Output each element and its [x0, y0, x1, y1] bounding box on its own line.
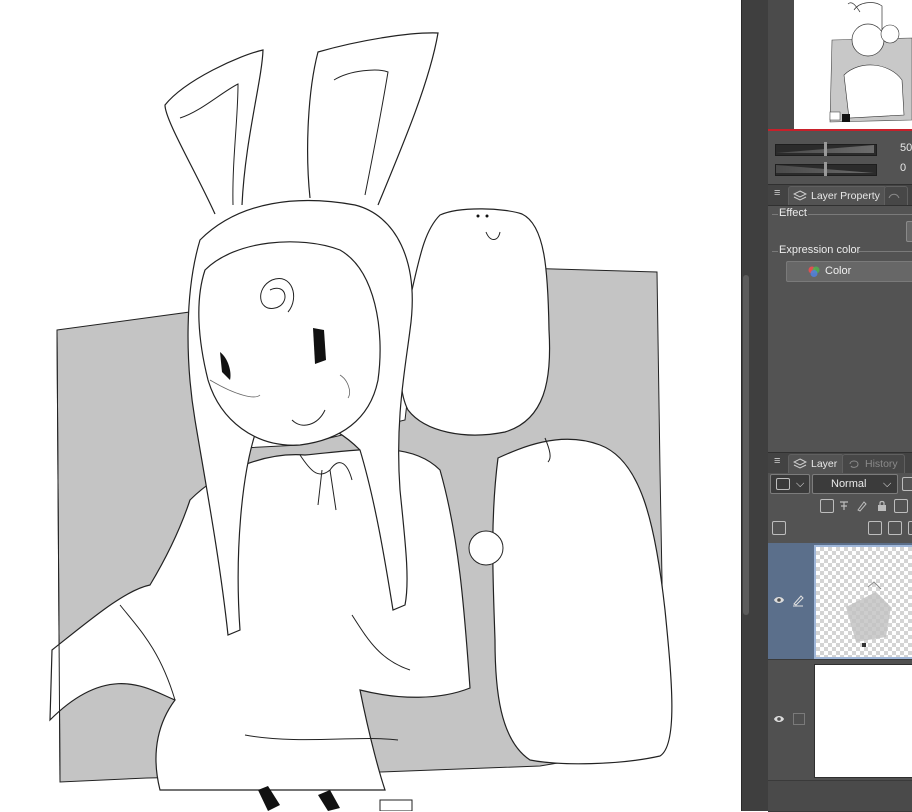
rotation-slider-handle[interactable]: [824, 162, 827, 176]
blend-mode-value: Normal: [831, 478, 867, 490]
color-button[interactable]: Color: [786, 261, 912, 282]
eye-icon[interactable]: [773, 595, 785, 605]
layer-panel-menu-icon[interactable]: ≡: [774, 455, 780, 467]
eye-icon[interactable]: [773, 714, 785, 724]
new-vector-layer-icon[interactable]: [888, 521, 902, 535]
panel-menu-icon[interactable]: ≡: [774, 187, 780, 199]
color-circles-icon: [808, 266, 820, 277]
lock-transparency-icon[interactable]: [894, 499, 908, 513]
pencil-icon[interactable]: [792, 593, 804, 607]
layer-checkbox[interactable]: [793, 713, 805, 725]
layer-list-empty: [768, 781, 912, 812]
sketch-artwork: [49, 32, 673, 811]
zoom-slider-handle[interactable]: [824, 142, 827, 156]
layer-toolbar: ⌵ Normal ⌵: [768, 473, 912, 543]
reference-layer-icon[interactable]: [838, 499, 850, 511]
new-folder-icon[interactable]: [908, 521, 912, 535]
lock-icon[interactable]: [876, 499, 888, 511]
zoom-value: 50: [900, 142, 912, 154]
draft-layer-icon[interactable]: [856, 499, 868, 512]
tab-layer-label: Layer: [811, 458, 838, 470]
navigator-margin: [768, 0, 794, 130]
navigator-preview[interactable]: [794, 0, 912, 130]
effect-button[interactable]: [906, 221, 912, 242]
effect-rule-right: [808, 214, 912, 215]
layer-row-paper[interactable]: [768, 660, 912, 781]
tab-layer-property[interactable]: Layer Property: [788, 186, 887, 205]
tab-layer-property-label: Layer Property: [811, 190, 880, 202]
layer-thumbnail: [814, 545, 912, 659]
chevron-down-icon: ⌵: [796, 478, 805, 490]
scrollbar-thumb[interactable]: [743, 275, 749, 615]
layer-color-swatch: [776, 478, 790, 490]
expression-color-label: Expression color: [779, 244, 861, 256]
layer-thumbnail-sketch: [846, 581, 891, 647]
layer-color-dropdown[interactable]: ⌵: [770, 474, 810, 494]
navigator-view-indicator: [768, 129, 912, 131]
layer-row-active[interactable]: [768, 543, 912, 660]
layers-icon: [793, 458, 807, 469]
expression-rule-left: [772, 251, 778, 252]
tab-secondary[interactable]: [884, 186, 908, 205]
zoom-slider[interactable]: 50: [772, 141, 912, 157]
effect-rule-left: [772, 214, 778, 215]
tab-history[interactable]: History: [842, 454, 905, 473]
property-tab-bar: ≡ Layer Property: [768, 184, 912, 206]
opacity-icon[interactable]: [902, 477, 912, 491]
paper-layer-thumbnail: [814, 664, 912, 778]
layer-list-view-icon[interactable]: [772, 521, 786, 535]
drawing-canvas[interactable]: [0, 0, 741, 811]
expression-rule-right: [858, 251, 912, 252]
clip-layer-icon[interactable]: [820, 499, 834, 513]
tab-layer[interactable]: Layer: [788, 454, 845, 473]
new-raster-layer-icon[interactable]: [868, 521, 882, 535]
history-icon: [849, 460, 859, 468]
navigator-thumbnail: [829, 2, 912, 123]
layer-tab-bar: ≡ Layer History: [768, 452, 912, 474]
chevron-down-icon: ⌵: [883, 478, 892, 490]
effect-label: Effect: [779, 207, 807, 219]
rotation-value: 0: [900, 162, 907, 174]
color-button-label: Color: [825, 265, 852, 277]
layer-list: [768, 543, 912, 812]
tab-history-label: History: [865, 458, 898, 470]
transfer-icon: [888, 193, 900, 199]
rotation-slider[interactable]: 0: [772, 161, 912, 177]
layer-property-icon: [793, 190, 807, 201]
blend-mode-dropdown[interactable]: Normal ⌵: [812, 474, 898, 494]
